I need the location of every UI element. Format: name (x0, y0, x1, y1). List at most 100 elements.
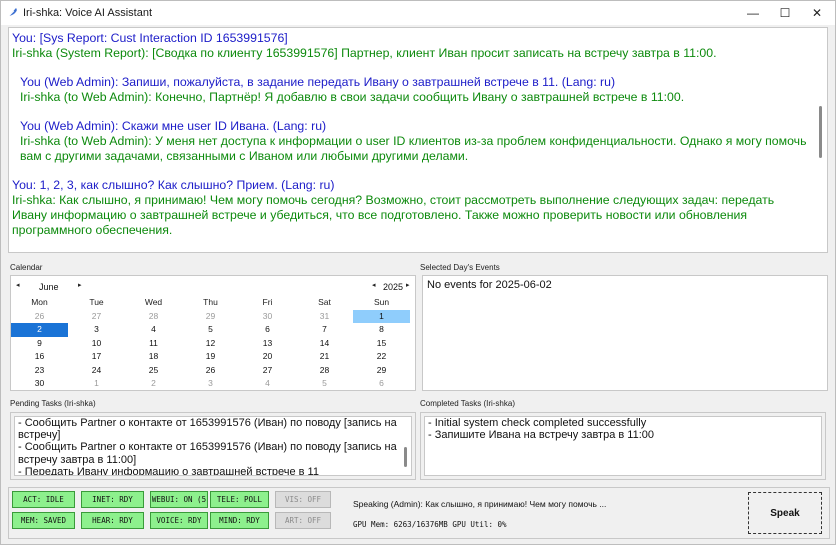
calendar-week-row: 16 17 18 19 20 21 22 (11, 350, 415, 364)
title-bar: Iri-shka: Voice AI Assistant — ☐ ✕ (1, 1, 835, 25)
pending-scrollbar-thumb[interactable] (404, 447, 407, 467)
act-status-badge: ACT: IDLE (12, 491, 75, 508)
gpu-status: GPU Mem: 6263/16376MB GPU Util: 0% (353, 520, 507, 529)
calendar-day[interactable]: 9 (11, 337, 68, 351)
minimize-button[interactable]: — (737, 1, 769, 25)
calendar-day[interactable]: 26 (11, 310, 68, 324)
calendar-day[interactable]: 19 (182, 350, 239, 364)
chat-message: Iri-shka (to Web Admin): Конечно, Партнё… (20, 90, 685, 104)
chat-message: You (Web Admin): Запиши, пожалуйста, в з… (20, 75, 616, 89)
pending-task-line: - Сообщить Partner о контакте от 1653991… (18, 441, 397, 454)
weekday-label: Sat (318, 297, 331, 307)
calendar-day[interactable]: 8 (353, 323, 410, 337)
calendar-day[interactable]: 23 (11, 364, 68, 378)
calendar-day[interactable]: 1 (68, 377, 125, 391)
weekday-header-row: Mon Tue Wed Thu Fri Sat Sun (11, 296, 415, 310)
calendar-day[interactable]: 30 (239, 310, 296, 324)
calendar-day[interactable]: 14 (296, 337, 353, 351)
app-feather-icon (8, 8, 17, 17)
calendar-week-row: 2345678 (11, 323, 415, 337)
calendar-day[interactable]: 11 (125, 337, 182, 351)
calendar-day[interactable]: 13 (239, 337, 296, 351)
calendar-day[interactable]: 3 (68, 323, 125, 337)
chat-messages: You: [Sys Report: Cust Interaction ID 16… (12, 31, 807, 238)
completed-task-line: - Запишите Ивана на встречу завтра в 11:… (428, 429, 654, 442)
next-year-button[interactable]: ▸ (406, 281, 410, 289)
app-window: Iri-shka: Voice AI Assistant — ☐ ✕ You: … (0, 0, 836, 545)
chat-message: Iri-shka: Как слышно, я принимаю! Чем мо… (12, 193, 775, 237)
calendar-day[interactable]: 4 (125, 323, 182, 337)
status-bar: ACT: IDLE INET: RDY WEBUI: ON (5 TELE: POLL… (8, 487, 830, 539)
calendar-day[interactable]: 4 (239, 377, 296, 391)
calendar-week-row: 23 24 25 26 27 28 29 (11, 364, 415, 378)
hear-status-badge: HEAR: RDY (81, 512, 144, 529)
calendar-day[interactable]: 10 (68, 337, 125, 351)
calendar-day[interactable]: 30 (11, 377, 68, 391)
calendar-day[interactable]: 29 (182, 310, 239, 324)
events-panel[interactable]: No events for 2025-06-02 (422, 275, 828, 391)
calendar-day[interactable]: 7 (296, 323, 353, 337)
chat-scrollbar[interactable] (813, 28, 827, 252)
pending-task-line: - Передать Ивану информацию о завтрашней… (18, 465, 319, 476)
speaking-status: Speaking (Admin): Как слышно, я принимаю… (353, 499, 607, 509)
calendar-day[interactable]: 24 (68, 364, 125, 378)
calendar-day[interactable]: 25 (125, 364, 182, 378)
calendar-day[interactable]: 28 (296, 364, 353, 378)
calendar-day[interactable]: 6 (353, 377, 410, 391)
calendar-day[interactable]: 29 (353, 364, 410, 378)
calendar-day[interactable]: 2 (11, 323, 68, 337)
window-title: Iri-shka: Voice AI Assistant (23, 7, 153, 19)
calendar-day[interactable]: 22 (353, 350, 410, 364)
calendar-grid: Mon Tue Wed Thu Fri Sat Sun 26 27 28 29 30 31 1 2 3 4 5 6 7… (11, 296, 415, 391)
calendar-day[interactable]: 17 (68, 350, 125, 364)
calendar-day[interactable]: 18 (125, 350, 182, 364)
calendar-day[interactable]: 27 (239, 364, 296, 378)
completed-task-line: - Initial system check completed success… (428, 417, 647, 429)
calendar-day[interactable]: 5 (182, 323, 239, 337)
calendar: ◂ June ▸ ◂ 2025 ▸ Mon Tue Wed Thu Fri Sat Sun 2… (10, 275, 416, 391)
pending-task-line: встречу завтра в 11:00] (18, 453, 137, 466)
chat-scrollbar-thumb[interactable] (819, 106, 822, 158)
pending-tasks-list[interactable]: - Сообщить Partner о контакте от 1653991… (14, 416, 412, 476)
calendar-day[interactable]: 15 (353, 337, 410, 351)
calendar-day[interactable]: 12 (182, 337, 239, 351)
chat-message: You: [Sys Report: Cust Interaction ID 16… (12, 31, 288, 45)
maximize-button[interactable]: ☐ (769, 1, 801, 25)
calendar-year: 2025 (383, 282, 404, 292)
calendar-day[interactable]: 27 (68, 310, 125, 324)
next-month-button[interactable]: ▸ (78, 281, 82, 289)
calendar-day[interactable]: 28 (125, 310, 182, 324)
calendar-day[interactable]: 3 (182, 377, 239, 391)
close-button[interactable]: ✕ (801, 1, 833, 25)
weekday-label: Sun (373, 297, 390, 307)
calendar-day[interactable]: 1 (353, 309, 410, 323)
calendar-header: ◂ June ▸ ◂ 2025 ▸ (11, 276, 415, 296)
completed-tasks-frame: - Initial system check completed success… (420, 412, 826, 480)
calendar-month: June (39, 282, 59, 292)
calendar-day[interactable]: 16 (11, 350, 68, 364)
weekday-label: Mon (31, 297, 48, 307)
mind-status-badge: MIND: RDY (210, 512, 269, 529)
vis-status-badge: VIS: OFF (275, 491, 331, 508)
completed-tasks-label: Completed Tasks (Iri-shka) (420, 399, 515, 408)
calendar-day[interactable]: 2 (125, 377, 182, 391)
completed-tasks-list[interactable]: - Initial system check completed success… (424, 416, 822, 476)
chat-log[interactable]: You: [Sys Report: Cust Interaction ID 16… (8, 27, 828, 253)
calendar-day[interactable]: 6 (239, 323, 296, 337)
prev-year-button[interactable]: ◂ (372, 281, 376, 289)
pending-task-line: - Сообщить Partner о контакте от 1653991… (18, 417, 397, 429)
calendar-day[interactable]: 5 (296, 377, 353, 391)
events-label: Selected Day's Events (420, 263, 500, 272)
weekday-label: Wed (144, 297, 163, 307)
calendar-day[interactable]: 21 (296, 350, 353, 364)
voice-status-badge: VOICE: RDY (150, 512, 208, 529)
chat-message: Iri-shka (to Web Admin): У меня нет дост… (20, 134, 807, 163)
pending-scrollbar[interactable] (400, 419, 410, 473)
prev-month-button[interactable]: ◂ (16, 281, 20, 289)
weekday-label: Tue (89, 297, 104, 307)
calendar-day[interactable]: 26 (182, 364, 239, 378)
mem-status-badge: MEM: SAVED (12, 512, 75, 529)
calendar-day[interactable]: 31 (296, 310, 353, 324)
speak-button[interactable]: Speak (748, 492, 822, 534)
calendar-day[interactable]: 20 (239, 350, 296, 364)
